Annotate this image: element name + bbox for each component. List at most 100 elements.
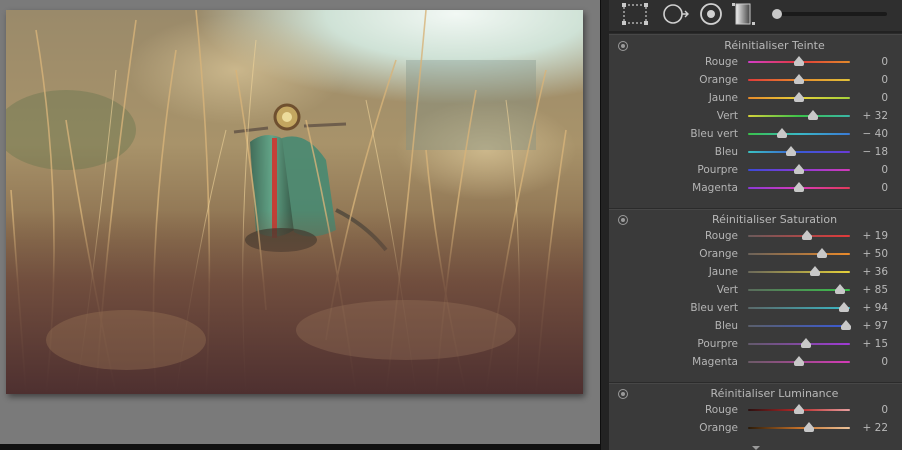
slider-track[interactable] [748,271,850,273]
slider-value[interactable]: 0 [881,403,888,417]
canvas-bottom-bar [0,444,600,450]
section-separator [609,382,902,384]
scroll-down-icon[interactable] [752,446,760,450]
slider-value[interactable]: + 97 [863,319,889,333]
slider-track[interactable] [748,427,850,429]
slider-row: Bleu + 97 [609,317,902,335]
tool-strip [609,0,902,33]
slider-row: Orange 0 [609,71,902,89]
slider-value[interactable]: + 19 [863,229,889,243]
slider-thumb[interactable] [801,338,812,348]
slider-label: Bleu vert [690,302,738,314]
slider-row: Pourpre 0 [609,161,902,179]
section-reset-title[interactable]: Réinitialiser Saturation [609,211,902,228]
section-separator [609,208,902,210]
slider-row: Jaune + 36 [609,263,902,281]
slider-value[interactable]: + 32 [863,109,889,123]
slider-label: Bleu vert [690,128,738,140]
slider-thumb[interactable] [808,110,819,120]
slider-label: Rouge [704,404,738,416]
photo-canvas [0,0,600,444]
slider-thumb[interactable] [794,356,804,366]
slider-label: Pourpre [697,164,738,176]
target-circle-icon[interactable] [699,2,723,26]
slider-label: Orange [699,248,738,260]
circle-arrow-icon[interactable] [661,2,691,26]
slider-label: Bleu [714,320,738,332]
slider-thumb[interactable] [804,422,815,432]
slider-thumb[interactable] [794,182,804,192]
slider-track[interactable] [748,325,850,327]
slider-row: Rouge + 19 [609,227,902,245]
slider-value[interactable]: + 94 [863,301,889,315]
slider-value[interactable]: + 85 [863,283,889,297]
slider-value[interactable]: + 22 [863,421,889,435]
slider-thumb[interactable] [810,266,821,276]
slider-thumb[interactable] [794,404,804,414]
slider-row: Orange + 22 [609,419,902,437]
slider-row: Rouge 0 [609,401,902,419]
slider-row: Magenta 0 [609,179,902,197]
slider-value[interactable]: 0 [881,181,888,195]
section-separator [609,33,902,35]
section-reset-title[interactable]: Réinitialiser Luminance [609,385,902,402]
slider-label: Orange [699,422,738,434]
slider-label: Pourpre [697,338,738,350]
slider-track[interactable] [748,151,850,153]
slider-track-icon[interactable] [769,2,891,26]
slider-label: Vert [716,284,738,296]
slider-thumb[interactable] [840,320,851,330]
slider-thumb[interactable] [794,164,804,174]
slider-value[interactable]: 0 [881,91,888,105]
hsl-panel: Réinitialiser Teinte Rouge 0 Orange 0 Jaune 0 V… [609,0,902,450]
selection-marquee-icon[interactable] [621,2,649,26]
slider-label: Jaune [708,92,738,104]
slider-thumb[interactable] [776,128,787,138]
slider-thumb[interactable] [794,56,804,66]
slider-row: Vert + 32 [609,107,902,125]
slider-value[interactable]: + 15 [863,337,889,351]
gradient-square-icon[interactable] [731,2,757,26]
hsl-section-2: Réinitialiser Luminance Rouge 0 Orange + 22 [609,385,902,445]
slider-value[interactable]: + 36 [863,265,889,279]
slider-label: Vert [716,110,738,122]
slider-track[interactable] [748,343,850,345]
slider-row: Bleu − 18 [609,143,902,161]
slider-value[interactable]: + 50 [863,247,889,261]
hsl-section-1: Réinitialiser Saturation Rouge + 19 Orange +… [609,211,902,379]
slider-value[interactable]: 0 [881,73,888,87]
slider-track[interactable] [748,253,850,255]
slider-thumb[interactable] [834,284,845,294]
slider-row: Orange + 50 [609,245,902,263]
slider-track[interactable] [748,133,850,135]
preview-photo [6,10,583,394]
slider-label: Magenta [692,356,738,368]
slider-row: Jaune 0 [609,89,902,107]
slider-thumb[interactable] [794,74,804,84]
slider-label: Rouge [704,56,738,68]
slider-row: Pourpre + 15 [609,335,902,353]
slider-value[interactable]: − 18 [863,145,889,159]
slider-row: Rouge 0 [609,53,902,71]
slider-row: Bleu vert + 94 [609,299,902,317]
slider-track[interactable] [748,235,850,237]
slider-value[interactable]: 0 [881,355,888,369]
slider-row: Magenta 0 [609,353,902,371]
slider-label: Magenta [692,182,738,194]
slider-row: Bleu vert − 40 [609,125,902,143]
slider-thumb[interactable] [817,248,828,258]
slider-value[interactable]: 0 [881,55,888,69]
slider-thumb[interactable] [838,302,849,312]
slider-value[interactable]: 0 [881,163,888,177]
slider-thumb[interactable] [802,230,813,240]
slider-track[interactable] [748,115,850,117]
slider-row: Vert + 85 [609,281,902,299]
slider-label: Jaune [708,266,738,278]
slider-value[interactable]: − 40 [863,127,889,141]
slider-thumb[interactable] [794,92,804,102]
slider-track[interactable] [748,307,850,309]
slider-thumb[interactable] [785,146,796,156]
slider-label: Rouge [704,230,738,242]
slider-label: Orange [699,74,738,86]
section-reset-title[interactable]: Réinitialiser Teinte [609,37,902,54]
